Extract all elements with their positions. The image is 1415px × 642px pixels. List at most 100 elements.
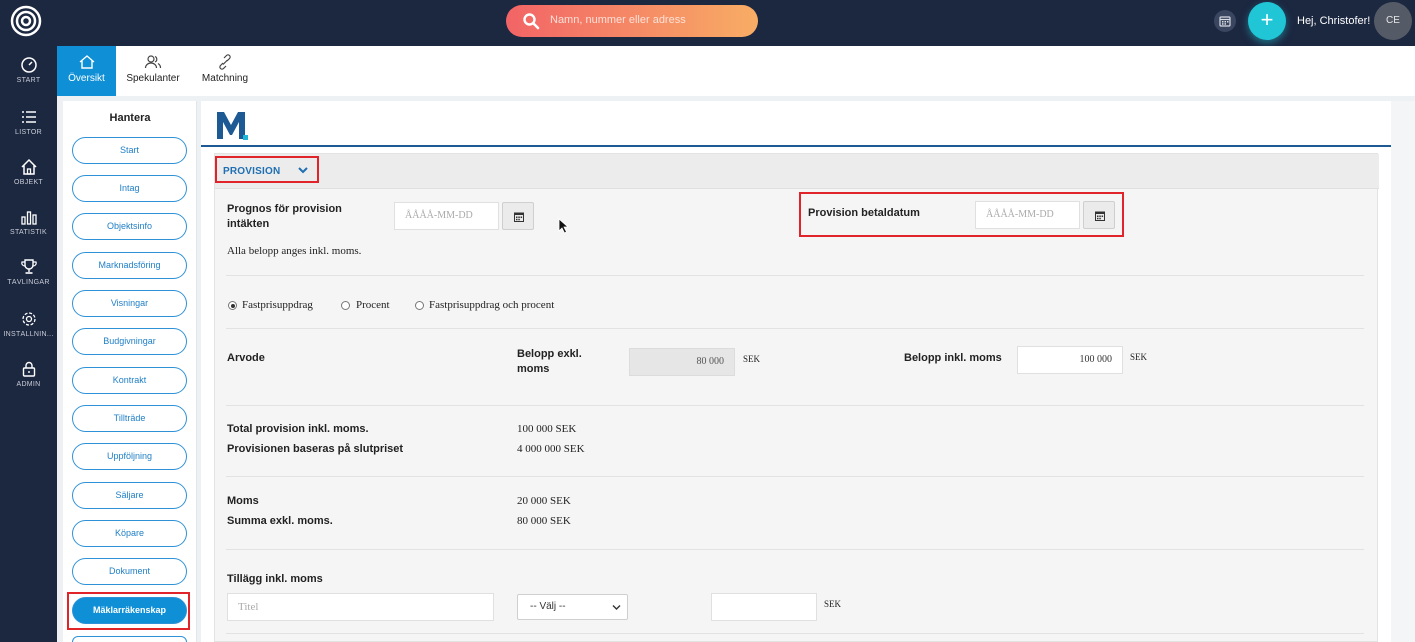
manage-item-objektsinfo[interactable]: Objektsinfo [72, 213, 187, 240]
list-icon [21, 111, 36, 123]
addition-title-input[interactable]: Titel [227, 593, 494, 621]
moms-value: 20 000 SEK [517, 495, 571, 507]
forecast-date-input[interactable]: ÅÅÅÅ-MM-DD [394, 202, 499, 230]
highlight-frame [799, 192, 1124, 237]
home-icon [79, 55, 94, 69]
rail-item-label: LISTOR [15, 129, 42, 136]
manage-item-partial[interactable] [72, 636, 187, 642]
bar-chart-icon [20, 211, 37, 225]
radio-procent[interactable] [341, 301, 350, 310]
tab-label: Spekulanter [126, 73, 180, 84]
calendar-icon [514, 212, 524, 222]
user-greeting: Hej, Christofer! [1297, 15, 1371, 27]
gear-icon [21, 312, 36, 326]
divider [226, 328, 1364, 329]
manage-item-kontrakt[interactable]: Kontrakt [72, 367, 187, 394]
manage-item-marknadsforing[interactable]: Marknadsföring [72, 252, 187, 279]
manage-item-saljare[interactable]: Säljare [72, 482, 187, 509]
provision-panel: PROVISION [214, 153, 1379, 642]
radio-fastpris-procent[interactable] [415, 301, 424, 310]
tab-label: Matchning [201, 73, 249, 84]
radio-label: Fastprisuppdrag [242, 299, 313, 311]
search-icon [523, 13, 540, 30]
divider [226, 633, 1364, 634]
radio-fastpris[interactable] [228, 301, 237, 310]
rail-item-objekt[interactable]: OBJEKT [0, 158, 57, 186]
highlight-frame [67, 592, 190, 630]
chevron-down-icon [612, 605, 621, 610]
app-logo-icon[interactable] [10, 5, 42, 37]
manage-item-uppfoljning[interactable]: Uppföljning [72, 443, 187, 470]
tab-matchning[interactable]: Matchning [190, 46, 260, 96]
rail-item-installningar[interactable]: INSTÄLLNIN... [0, 310, 57, 338]
provision-header[interactable]: PROVISION [215, 154, 1379, 189]
link-icon [219, 54, 231, 70]
top-bar: Namn, nummer eller adress + Hej, Christo… [0, 0, 1415, 46]
rail-item-start[interactable]: START [0, 56, 57, 84]
amount-incl-label: Belopp inkl. moms [904, 352, 1002, 364]
rail-item-label: STATISTIK [9, 229, 48, 236]
rail-item-label: TÄVLINGAR [7, 279, 50, 286]
divider [226, 405, 1364, 406]
manage-item-start[interactable]: Start [72, 137, 187, 164]
amount-excl-label: Belopp exkl. moms [517, 348, 582, 375]
amount-incl-input[interactable]: 100 000 [1017, 346, 1123, 374]
manage-item-dokument[interactable]: Dokument [72, 558, 187, 585]
mouse-cursor-icon [558, 218, 570, 234]
based-on-value: 4 000 000 SEK [517, 443, 585, 455]
rail-item-label: ADMIN [16, 381, 41, 388]
calendar-icon [1219, 16, 1231, 27]
radio-label: Procent [356, 299, 390, 311]
manage-item-intag[interactable]: Intag [72, 175, 187, 202]
rail-item-label: OBJEKT [13, 179, 44, 186]
forecast-calendar-button[interactable] [502, 202, 534, 230]
rail-item-label: START [16, 77, 41, 84]
addition-type-select[interactable]: -- Välj -- [517, 594, 628, 620]
tab-spekulanter[interactable]: Spekulanter [120, 46, 186, 96]
total-value: 100 000 SEK [517, 423, 577, 435]
avatar[interactable]: CE [1374, 2, 1412, 40]
main-nav-rail: START LISTOR OBJEKT STATISTIK TÄVLINGAR [0, 46, 57, 642]
scrollbar[interactable] [1391, 101, 1415, 642]
vat-note: Alla belopp anges inkl. moms. [227, 245, 362, 257]
currency-label: SEK [743, 354, 761, 364]
users-icon [144, 55, 162, 69]
select-value: -- Välj -- [530, 601, 566, 612]
search-bar[interactable]: Namn, nummer eller adress [506, 5, 758, 37]
currency-label: SEK [824, 599, 842, 609]
divider [226, 476, 1364, 477]
tab-label: Översikt [68, 73, 105, 84]
amount-excl-input[interactable]: 80 000 [629, 348, 735, 376]
forecast-label: Prognos för provision intäkten [227, 203, 342, 230]
currency-label: SEK [1130, 352, 1148, 362]
tab-oversikt[interactable]: Översikt [57, 46, 116, 96]
rail-item-listor[interactable]: LISTOR [0, 108, 57, 136]
rail-item-label: INSTÄLLNIN... [3, 331, 54, 338]
rail-item-statistik[interactable]: STATISTIK [0, 208, 57, 236]
manage-item-kopare[interactable]: Köpare [72, 520, 187, 547]
manage-panel: Hantera Start Intag Objektsinfo Marknads… [63, 101, 197, 642]
add-button[interactable]: + [1248, 2, 1286, 40]
house-icon [20, 158, 37, 175]
divider [226, 275, 1364, 276]
radio-label: Fastprisuppdrag och procent [429, 299, 555, 311]
based-on-label: Provisionen baseras på slutpriset [227, 443, 404, 455]
moms-label: Moms [227, 495, 259, 507]
addition-label: Tillägg inkl. moms [227, 573, 323, 585]
fee-label: Arvode [227, 352, 265, 364]
header-divider [201, 145, 1391, 147]
addition-amount-input[interactable] [711, 593, 817, 621]
calendar-button[interactable] [1214, 10, 1236, 32]
sum-excl-label: Summa exkl. moms. [227, 515, 333, 527]
sub-navigation: Översikt Spekulanter Matchning [57, 46, 1415, 96]
trophy-icon [20, 259, 37, 274]
manage-item-budgivningar[interactable]: Budgivningar [72, 328, 187, 355]
search-input[interactable]: Namn, nummer eller adress [550, 14, 686, 26]
manage-item-visningar[interactable]: Visningar [72, 290, 187, 317]
highlight-frame [215, 156, 319, 183]
rail-item-tavlingar[interactable]: TÄVLINGAR [0, 258, 57, 286]
rail-item-admin[interactable]: ADMIN [0, 360, 57, 388]
lock-icon [22, 361, 35, 377]
manage-item-tilltrade[interactable]: Tillträde [72, 405, 187, 432]
total-label: Total provision inkl. moms. [227, 423, 369, 435]
